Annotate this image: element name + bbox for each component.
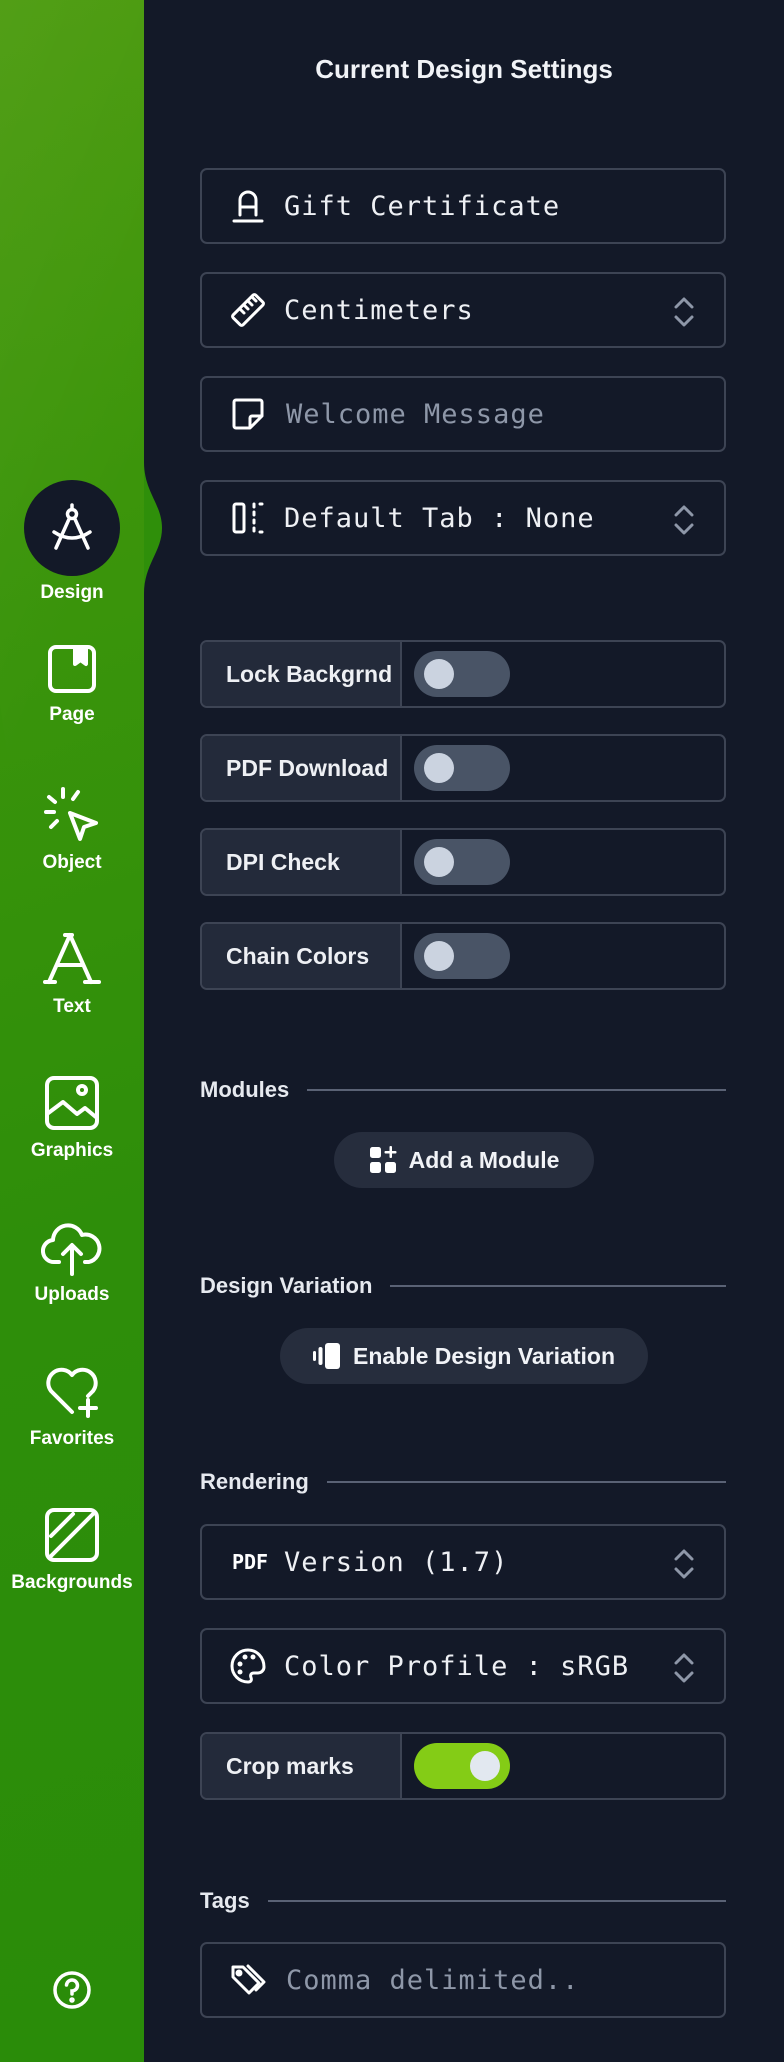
section-heading: Design Variation: [200, 1273, 373, 1298]
sidebar-item-label: Backgrounds: [11, 1572, 133, 1593]
toggle-label: PDF Download: [202, 736, 402, 800]
toggle-label: Lock Backgrnd: [202, 642, 402, 706]
toggle-row-lock-background: Lock Backgrnd: [200, 640, 726, 708]
help-button[interactable]: [0, 1970, 144, 2010]
toggle-label: Chain Colors: [202, 924, 402, 988]
pdf-download-toggle[interactable]: [414, 745, 510, 791]
sidebar-item-favorites[interactable]: Favorites: [0, 1362, 144, 1450]
sidebar-item-label: Graphics: [30, 1140, 114, 1161]
image-icon: [45, 1076, 99, 1130]
cloud-upload-icon: [41, 1223, 102, 1276]
sidebar-item-label: Design: [40, 582, 104, 603]
add-module-button[interactable]: Add a Module: [334, 1132, 594, 1188]
units-select[interactable]: Centimeters: [200, 272, 726, 348]
toggle-knob: [424, 847, 454, 877]
sidebar-item-object[interactable]: Object: [0, 786, 144, 874]
sidebar-item-uploads[interactable]: Uploads: [0, 1220, 144, 1306]
apps-add-icon: [369, 1146, 397, 1173]
design-variation-section-header: Design Variation: [200, 1271, 726, 1301]
toggle-knob: [424, 659, 454, 689]
palette-icon: [230, 1648, 266, 1684]
settings-panel: Current Design Settings Gift Certificate…: [144, 0, 784, 2062]
add-module-label: Add a Module: [408, 1146, 560, 1173]
crop-marks-toggle[interactable]: [414, 1743, 510, 1789]
sidebar-item-backgrounds[interactable]: Backgrounds: [0, 1506, 144, 1594]
pdf-version-select[interactable]: PDF Version (1.7): [200, 1524, 726, 1600]
sidebar-item-design[interactable]: Design: [0, 480, 144, 604]
pdf-icon: PDF: [231, 1550, 269, 1574]
ruler-icon: [231, 293, 265, 327]
sidebar-item-text[interactable]: Text: [0, 930, 144, 1018]
sidebar-item-label: Uploads: [34, 1284, 110, 1305]
toggle-label: Crop marks: [202, 1734, 402, 1798]
enable-design-variation-label: Enable Design Variation: [352, 1342, 616, 1369]
toggle-label: DPI Check: [202, 830, 402, 894]
design-name-field[interactable]: Gift Certificate: [200, 168, 726, 244]
rendering-section-header: Rendering: [200, 1467, 726, 1497]
toggle-row-pdf-download: PDF Download: [200, 734, 726, 802]
welcome-message-field[interactable]: [200, 376, 726, 452]
tags-icon: [231, 1964, 266, 1995]
section-heading: Modules: [200, 1077, 290, 1102]
help-circle-icon: [53, 1971, 91, 2009]
toggle-row-chain-colors: Chain Colors: [200, 922, 726, 990]
text-a-icon: [43, 933, 101, 984]
color-profile-select[interactable]: Color Profile : sRGB: [200, 1628, 726, 1704]
welcome-message-input[interactable]: [284, 397, 724, 431]
default-tab-value: Default Tab : None: [284, 502, 595, 534]
chevron-up-down-icon: [674, 297, 694, 327]
sidebar-item-label: Favorites: [29, 1428, 115, 1449]
divider: [326, 1481, 726, 1483]
lock-background-toggle[interactable]: [414, 651, 510, 697]
page-title: Current Design Settings: [315, 54, 613, 84]
units-value: Centimeters: [284, 294, 474, 326]
tags-input[interactable]: [284, 1963, 724, 1997]
chevron-up-down-icon: [674, 1653, 694, 1683]
toggle-row-crop-marks: Crop marks: [200, 1732, 726, 1800]
compass-icon: [52, 503, 92, 550]
cards-stack-icon: [312, 1343, 340, 1369]
toggle-knob: [424, 753, 454, 783]
divider: [267, 1900, 726, 1902]
sidebar: Design Page Object Text Graphics Uploads…: [0, 0, 144, 2062]
toggle-knob: [470, 1751, 500, 1781]
page-icon: [48, 645, 96, 693]
sidebar-item-page[interactable]: Page: [0, 642, 144, 726]
divider: [307, 1089, 726, 1091]
modules-section-header: Modules: [200, 1075, 726, 1105]
active-indicator: [24, 480, 120, 576]
section-heading: Tags: [200, 1888, 250, 1913]
color-profile-value: Color Profile : sRGB: [284, 1650, 630, 1682]
section-heading: Rendering: [200, 1469, 309, 1494]
chain-colors-toggle[interactable]: [414, 933, 510, 979]
tags-section-header: Tags: [200, 1886, 726, 1916]
design-name-value: Gift Certificate: [284, 190, 561, 222]
sidebar-item-label: Object: [42, 852, 102, 873]
enable-design-variation-button[interactable]: Enable Design Variation: [280, 1328, 648, 1384]
pdf-version-value: Version (1.7): [284, 1546, 509, 1578]
divider: [390, 1285, 726, 1287]
toggle-row-dpi-check: DPI Check: [200, 828, 726, 896]
text-underline-icon: [232, 190, 264, 223]
chevron-up-down-icon: [674, 1549, 694, 1579]
pointer-click-icon: [44, 787, 98, 841]
sticky-note-icon: [232, 398, 264, 430]
sidebar-item-graphics[interactable]: Graphics: [0, 1074, 144, 1162]
sidebar-item-label: Page: [49, 704, 95, 725]
default-tab-select[interactable]: Default Tab : None: [200, 480, 726, 556]
chevron-up-down-icon: [674, 505, 694, 535]
dpi-check-toggle[interactable]: [414, 839, 510, 885]
panel-dashed-icon: [232, 502, 264, 534]
sidebar-item-label: Text: [53, 996, 91, 1017]
heart-plus-icon: [46, 1367, 98, 1418]
toggle-knob: [424, 941, 454, 971]
background-icon: [45, 1508, 99, 1562]
tags-field[interactable]: [200, 1942, 726, 2018]
